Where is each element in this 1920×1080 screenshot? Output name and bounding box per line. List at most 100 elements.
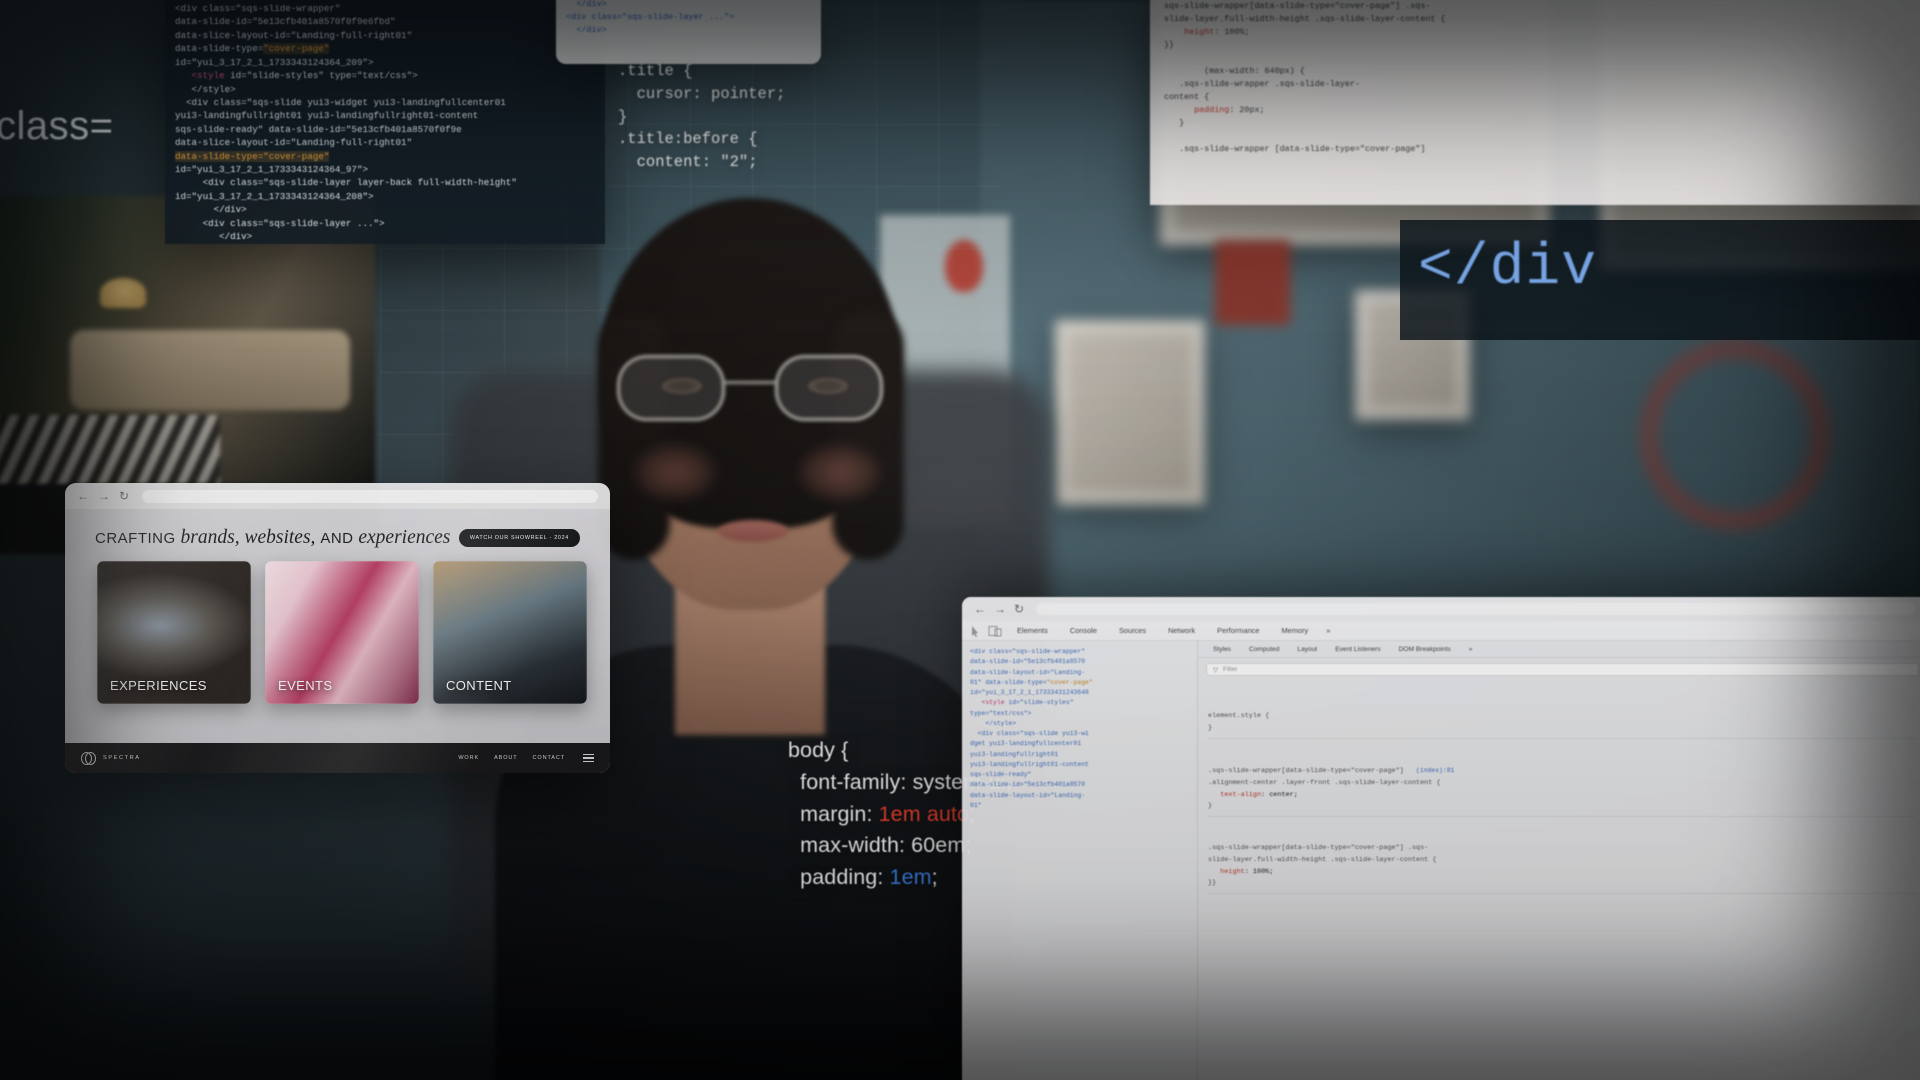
css-rule-source[interactable]: (index):81 <box>1416 767 1454 774</box>
card-label: EVENTS <box>278 678 333 693</box>
nav-link-about[interactable]: ABOUT <box>494 755 517 761</box>
hero-row: CRAFTING brands, websites, AND experienc… <box>65 509 610 555</box>
css-property[interactable]: text-align <box>1220 791 1261 799</box>
url-bar[interactable] <box>1036 603 1915 615</box>
css-rule[interactable]: .sqs-slide-wrapper[data-slide-type="cove… <box>1208 762 1917 817</box>
css-prop-margin: margin: <box>788 801 879 826</box>
person-cheek-right <box>800 445 880 500</box>
css-value[interactable]: 100%; <box>1253 868 1273 876</box>
styles-pane: Styles Computed Layout Event Listeners D… <box>1197 641 1920 1080</box>
styles-filter-input[interactable]: ▽ Filter <box>1206 663 1919 676</box>
footer-nav: WORK ABOUT CONTACT <box>458 754 594 762</box>
css-selector-2: .alignment-center .layer-front .sqs-slid… <box>1208 778 1441 787</box>
browser-mockup-window[interactable]: ← → ↻ CRAFTING brands, websites, AND exp… <box>65 483 610 773</box>
person-cheek-left <box>635 445 715 500</box>
css-selector-2: slide-layer.full-width-height .sqs-slide… <box>1208 855 1437 864</box>
devtools-window[interactable]: ← → ↻ Elements Console Sources Network P… <box>962 597 1920 1080</box>
wall-frame-3 <box>1055 320 1205 505</box>
card-label: CONTENT <box>446 678 512 693</box>
css-panel-right: sqs-slide-wrapper[data-slide-type="cover… <box>1150 0 1920 205</box>
css-rules-list: element.style { } .sqs-slide-wrapper[dat… <box>1198 681 1920 921</box>
css-line-max-width: max-width: 60em; <box>788 833 972 858</box>
card-grid: EXPERIENCES EVENTS CONTENT <box>65 555 610 704</box>
css-rule-close: } <box>1208 802 1213 811</box>
code-panel-pill: </div> <div class="sqs-slide-layer ...">… <box>556 0 821 64</box>
lounge-floor <box>0 415 220 487</box>
reload-icon[interactable]: ↻ <box>119 490 129 502</box>
hero-word-brands: brands, websites, <box>180 527 316 548</box>
big-closing-div-tag: </div <box>1418 236 1598 301</box>
filter-placeholder: Filter <box>1223 666 1238 673</box>
subtab-overflow-icon[interactable]: » <box>1460 646 1482 653</box>
tab-performance[interactable]: Performance <box>1206 626 1270 635</box>
card-content[interactable]: CONTENT <box>433 561 587 704</box>
css-selector: .sqs-slide-wrapper[data-slide-type="cove… <box>1208 767 1404 776</box>
tab-console[interactable]: Console <box>1059 626 1108 635</box>
watch-showreel-button[interactable]: WATCH OUR SHOWREEL - 2024 <box>458 529 580 547</box>
forward-icon[interactable]: → <box>994 603 1006 615</box>
card-events[interactable]: EVENTS <box>265 561 419 704</box>
css-prop-padding: padding: <box>788 865 890 890</box>
hero-word-and: AND <box>320 530 354 547</box>
eyeglasses-icon <box>615 355 885 425</box>
nav-link-work[interactable]: WORK <box>458 755 479 761</box>
card-label: EXPERIENCES <box>110 678 207 693</box>
card-experiences[interactable]: EXPERIENCES <box>97 561 251 704</box>
inspect-element-icon[interactable] <box>970 625 983 637</box>
back-icon[interactable]: ← <box>77 490 89 502</box>
tab-elements[interactable]: Elements <box>1006 626 1059 635</box>
devtools-split-pane: <div class="sqs-slide-wrapper" data-slid… <box>962 641 1920 1080</box>
back-icon[interactable]: ← <box>974 603 986 615</box>
dom-tree-pane[interactable]: <div class="sqs-slide-wrapper" data-slid… <box>962 641 1197 1080</box>
css-rule[interactable]: element.style { } <box>1208 708 1917 739</box>
lounge-lamp <box>100 278 146 308</box>
nav-link-contact[interactable]: CONTACT <box>533 755 565 761</box>
red-poster-band <box>1215 240 1290 325</box>
tab-memory[interactable]: Memory <box>1270 626 1319 635</box>
hamburger-menu-icon[interactable] <box>583 754 594 762</box>
hero-word-crafting: CRAFTING <box>95 530 176 547</box>
css-selector: element.style { <box>1208 712 1270 721</box>
tab-network[interactable]: Network <box>1157 626 1206 635</box>
css-val-margin: 1em auto <box>878 801 970 826</box>
css-rule-close: }} <box>1208 879 1217 888</box>
browser-chrome-bar: ← → ↻ <box>65 483 610 509</box>
tab-sources[interactable]: Sources <box>1108 626 1157 635</box>
css-rule-close: } <box>1208 724 1213 733</box>
css-val-padding: 1em <box>889 865 932 890</box>
hero-headline: CRAFTING brands, websites, AND experienc… <box>95 527 450 549</box>
css-selector: .sqs-slide-wrapper[data-slide-type="cove… <box>1208 844 1429 853</box>
code-panel-dark: <div class="sqs-slide-wrapper" data-slid… <box>165 0 605 244</box>
css-property[interactable]: height <box>1220 868 1244 876</box>
devtools-chrome-bar: ← → ↻ <box>962 597 1920 621</box>
css-prop-font-family: font-family: <box>788 769 913 794</box>
forward-icon[interactable]: → <box>98 490 110 502</box>
tab-overflow-icon[interactable]: » <box>1319 626 1337 635</box>
subtab-styles[interactable]: Styles <box>1204 646 1240 653</box>
css-value[interactable]: center; <box>1269 791 1298 799</box>
code-fragment-class: class= <box>0 104 114 148</box>
lounge-sofa <box>70 330 350 410</box>
wall-poster-red <box>1640 340 1830 530</box>
css-rule[interactable]: .sqs-slide-wrapper[data-slide-type="cove… <box>1208 840 1917 894</box>
person-hair-right <box>832 310 904 560</box>
subtab-computed[interactable]: Computed <box>1240 646 1288 653</box>
subtab-event-listeners[interactable]: Event Listeners <box>1326 646 1389 653</box>
css-line-body-open: body { <box>788 738 849 762</box>
css-semicolon-padding: ; <box>931 865 938 890</box>
subtab-layout[interactable]: Layout <box>1288 646 1326 653</box>
hero-word-experiences: experiences <box>358 527 451 548</box>
subtab-dom-breakpoints[interactable]: DOM Breakpoints <box>1390 646 1460 653</box>
reload-icon[interactable]: ↻ <box>1014 603 1024 615</box>
brand-name: SPECTRA <box>103 755 141 761</box>
device-toolbar-icon[interactable] <box>988 625 1002 637</box>
filter-icon: ▽ <box>1213 666 1218 674</box>
styles-subtab-bar: Styles Computed Layout Event Listeners D… <box>1198 641 1920 658</box>
url-bar[interactable] <box>142 489 598 503</box>
browser-viewport: CRAFTING brands, websites, AND experienc… <box>65 509 610 773</box>
spectra-mark-icon <box>81 751 96 766</box>
site-footer: SPECTRA WORK ABOUT CONTACT <box>65 743 610 773</box>
person-lips <box>718 520 788 542</box>
brand-logo[interactable]: SPECTRA <box>81 751 141 766</box>
css-snippet-title-rule: .title { cursor: pointer; } .title:befor… <box>618 62 786 172</box>
